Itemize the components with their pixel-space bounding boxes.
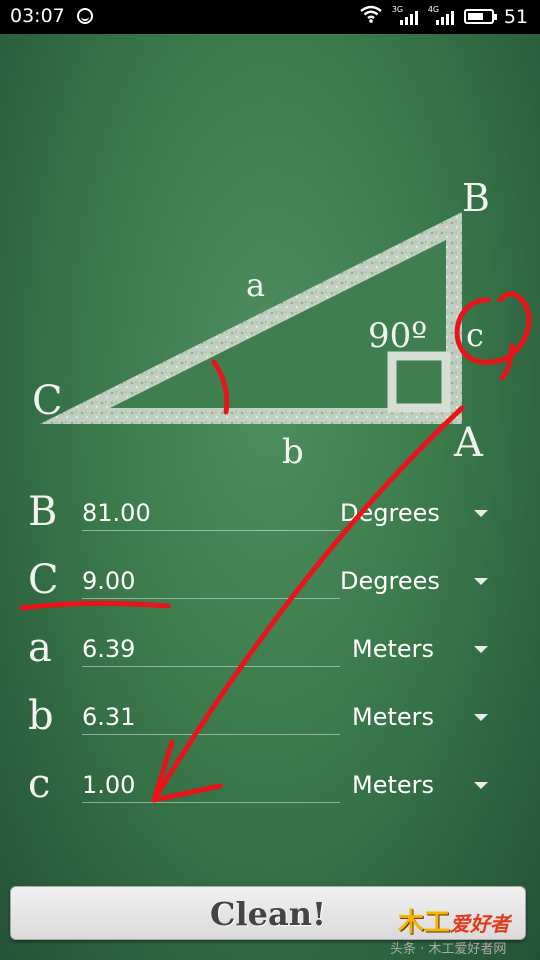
row-angle-c: C 9.00 Degrees <box>0 550 540 610</box>
side-a-symbol: a <box>28 625 52 671</box>
row-side-b: b 6.31 Meters <box>0 686 540 746</box>
angle-b-input[interactable]: 81.00 <box>82 496 340 531</box>
side-c-input[interactable]: 1.00 <box>82 768 340 803</box>
side-a-label: a <box>246 266 266 304</box>
dropdown-arrow-icon <box>474 782 488 789</box>
side-a-input[interactable]: 6.39 <box>82 632 340 667</box>
row-side-c: c 1.00 Meters <box>0 754 540 814</box>
angle-c-input[interactable]: 9.00 <box>82 564 340 599</box>
triangle-diagram <box>40 212 462 424</box>
side-a-unit-select[interactable]: Meters <box>352 632 500 666</box>
angle-b-unit-select[interactable]: Degrees <box>340 496 500 530</box>
side-b-label: b <box>282 432 304 472</box>
watermark-caption: 头条 · 木工爱好者网 <box>390 942 507 957</box>
side-b-symbol: b <box>28 693 54 739</box>
logo-left-text: 木工 <box>398 908 451 938</box>
angle-b-unit-label: Degrees <box>340 499 440 527</box>
right-angle-label: 90º <box>368 316 428 356</box>
row-angle-b: B 81.00 Degrees <box>0 482 540 542</box>
watermark-logo: 木工爱好者 <box>398 902 510 939</box>
side-b-input[interactable]: 6.31 <box>82 700 340 735</box>
logo-right-text: 爱好者 <box>450 912 511 936</box>
side-c-unit-label: Meters <box>352 771 435 799</box>
dropdown-arrow-icon <box>474 646 488 653</box>
side-b-unit-select[interactable]: Meters <box>352 700 500 734</box>
dropdown-arrow-icon <box>474 578 488 585</box>
side-c-label: c <box>466 316 484 354</box>
row-side-a: a 6.39 Meters <box>0 618 540 678</box>
angle-c-unit-select[interactable]: Degrees <box>340 564 500 598</box>
side-a-unit-label: Meters <box>352 635 435 663</box>
vertex-b-label: B <box>462 176 490 220</box>
side-c-symbol: c <box>28 761 51 807</box>
vertex-a-label: A <box>454 420 483 466</box>
angle-c-unit-label: Degrees <box>340 567 440 595</box>
angle-b-symbol: B <box>28 489 58 535</box>
dropdown-arrow-icon <box>474 714 488 721</box>
vertex-c-label: C <box>32 378 63 424</box>
dropdown-arrow-icon <box>474 510 488 517</box>
side-b-unit-label: Meters <box>352 703 435 731</box>
side-c-unit-select[interactable]: Meters <box>352 768 500 802</box>
angle-c-symbol: C <box>28 557 59 603</box>
